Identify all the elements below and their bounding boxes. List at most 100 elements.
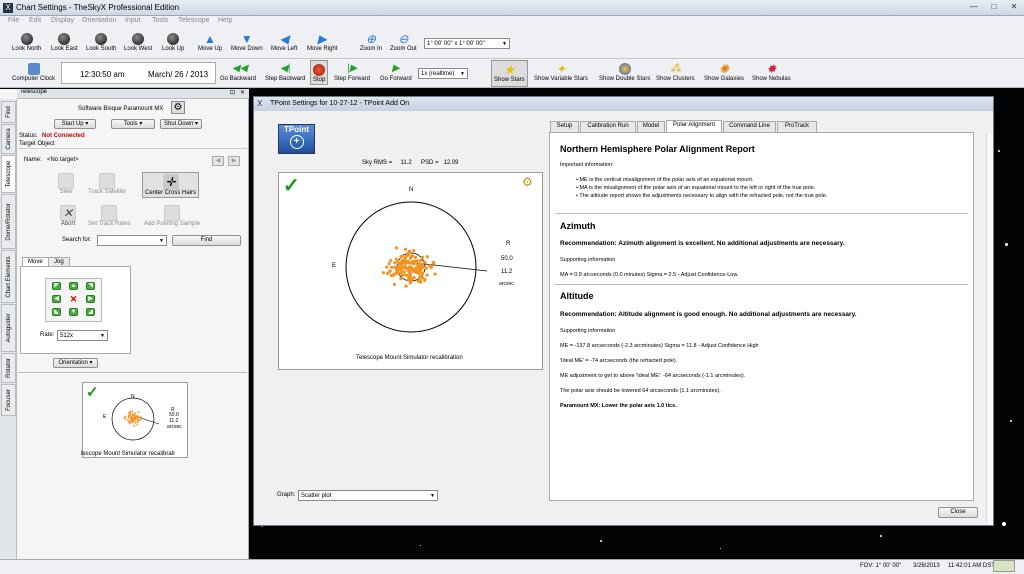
name-label: Name: [24, 157, 42, 163]
tab-command-line[interactable]: Command Line [723, 121, 776, 132]
center-cross-hairs-button[interactable]: ✛ Center Cross Hairs [142, 172, 200, 198]
look-up-button[interactable]: Look Up [162, 33, 184, 52]
look-south-button[interactable]: Look South [86, 33, 116, 52]
scatter-plot[interactable]: ✓ ⚙ N E R 50.0 11.2 arcsec Telescope Mou… [278, 172, 543, 370]
tab-move[interactable]: Move [22, 257, 49, 266]
fov-select[interactable]: 1° 00' 00" x 1° 00' 00" [424, 38, 510, 49]
zoom-out-button[interactable]: ⊖ Zoom Out [390, 33, 417, 52]
start-up-button[interactable]: Start Up [54, 119, 96, 129]
arrow-right-icon: ▶ [317, 32, 327, 46]
zoom-in-button[interactable]: ⊕ Zoom In [360, 33, 382, 52]
find-button[interactable]: Find [172, 235, 241, 246]
tab-polar-alignment[interactable]: Polar Alignment [666, 120, 722, 132]
menu-telescope[interactable]: Telescope [178, 17, 210, 24]
menu-tools[interactable]: Tools [152, 17, 168, 24]
show-clusters-button[interactable]: ⁂ Show Clusters [656, 63, 695, 82]
arrow-down-icon: ▼ [240, 32, 253, 46]
maximize-button[interactable]: □ [986, 1, 1002, 13]
track-satellite-button[interactable]: Track Satellite [88, 173, 126, 195]
step-back-icon: ◀| [280, 63, 291, 74]
menu-display[interactable]: Display [51, 17, 74, 24]
look-west-button[interactable]: Look West [124, 33, 152, 52]
tab-model[interactable]: Model [637, 121, 665, 132]
pin-icon[interactable]: ⊡ [230, 89, 235, 96]
next-target-button[interactable]: ▶ [228, 156, 240, 166]
slew-button[interactable]: Slew [58, 173, 74, 195]
date-display[interactable]: March/ 26 / 2013 [148, 70, 208, 79]
show-stars-button[interactable]: ★ Show Stars [491, 60, 528, 87]
tab-camera[interactable]: Camera [1, 124, 16, 154]
computer-clock-button[interactable]: Computer Clock [12, 63, 55, 82]
panel-close-icon[interactable]: ✕ [240, 89, 245, 96]
move-down-button[interactable]: ▼ Move Down [231, 33, 263, 52]
stop-move-icon[interactable]: ✕ [69, 295, 78, 304]
close-window-button[interactable]: ✕ [1006, 1, 1022, 13]
double-star-icon [618, 63, 631, 75]
step-backward-button[interactable]: ◀| Step Backward [265, 63, 305, 82]
move-se-button[interactable]: ◢ [86, 308, 95, 316]
tab-rotator[interactable]: Rotator [1, 353, 16, 383]
tab-telescope[interactable]: Telescope [1, 155, 16, 193]
search-input[interactable] [97, 235, 167, 246]
graph-select[interactable]: Scatter plot [298, 490, 438, 501]
go-forward-button[interactable]: ▶ Go Forward [380, 63, 412, 82]
tab-protrack[interactable]: ProTrack [777, 121, 817, 132]
time-display[interactable]: 12:30:50 am [80, 70, 124, 79]
stop-button[interactable]: Stop [310, 60, 329, 85]
telescope-icon [20, 33, 33, 45]
tab-autoguider[interactable]: Autoguider [1, 304, 16, 352]
telescope-icon [167, 33, 180, 45]
menu-file[interactable]: File [8, 17, 19, 24]
tab-jog[interactable]: Jog [48, 257, 70, 266]
abort-button[interactable]: ✕ Abort [60, 205, 76, 227]
orientation-button[interactable]: Orientation [53, 358, 98, 368]
settings-gear-icon[interactable]: ⚙ [171, 101, 185, 114]
menu-orientation[interactable]: Orientation [82, 17, 116, 24]
step-forward-button[interactable]: |▶ Step Forward [334, 63, 370, 82]
thumb-east-label: E [103, 414, 107, 420]
look-north-button[interactable]: Look North [12, 33, 41, 52]
tab-calibration-run[interactable]: Calibration Run [580, 121, 636, 132]
menu-edit[interactable]: Edit [29, 17, 41, 24]
move-ne-button[interactable]: ◥ [86, 282, 95, 290]
tab-dome-rotator[interactable]: Dome/Rotator [1, 194, 16, 249]
tools-button[interactable]: Tools [111, 119, 155, 129]
variable-star-icon: ✦ [555, 62, 566, 76]
go-backward-button[interactable]: ◀◀ Go Backward [220, 63, 256, 82]
tab-setup[interactable]: Setup [550, 121, 579, 132]
thumbnail-plot[interactable]: ✓ N E R 50.0 11.2 arcsec lescope Mount S… [81, 382, 188, 458]
rate-label: Rate: [40, 332, 55, 338]
move-w-button[interactable]: ◀ [52, 295, 61, 303]
show-variable-stars-button[interactable]: ✦ Show Variable Stars [534, 63, 588, 82]
move-up-button[interactable]: ▲ Move Up [198, 33, 222, 52]
move-n-button[interactable]: ▲ [69, 282, 78, 290]
move-nw-button[interactable]: ◤ [52, 282, 61, 290]
move-left-button[interactable]: ◀ Move Left [271, 33, 297, 52]
rate-select[interactable]: 1x (realtime) [418, 68, 468, 79]
tab-find[interactable]: Find [1, 101, 16, 123]
look-east-button[interactable]: Look East [51, 33, 78, 52]
thumb-north-label: N [131, 394, 135, 400]
shut-down-button[interactable]: Shut Down [160, 119, 202, 129]
show-galaxies-button[interactable]: ✺ Show Galaxies [704, 63, 744, 82]
set-track-rates-button[interactable]: Set Track Rates [88, 205, 131, 227]
move-sw-button[interactable]: ◣ [52, 308, 61, 316]
title-bar: X Chart Settings - TheSkyX Professional … [0, 0, 1024, 16]
move-s-button[interactable]: ▼ [69, 308, 78, 316]
menu-input[interactable]: Input [125, 17, 141, 24]
panel-header: Telescope ⊡ ✕ [17, 89, 249, 99]
rate-dropdown[interactable]: 512x [57, 330, 108, 341]
arrow-left-icon: ◀ [279, 32, 289, 46]
move-right-button[interactable]: ▶ Move Right [307, 33, 337, 52]
report-scrollbar[interactable] [986, 133, 993, 525]
tab-focuser[interactable]: Focuser [1, 384, 16, 416]
tab-chart-elements[interactable]: Chart Elements [1, 250, 16, 303]
close-dialog-button[interactable]: Close [938, 507, 978, 518]
add-pointing-sample-button[interactable]: Add Pointing Sample [144, 205, 200, 227]
move-e-button[interactable]: ▶ [86, 295, 95, 303]
show-double-stars-button[interactable]: Show Double Stars [599, 63, 650, 82]
previous-target-button[interactable]: ◀ [212, 156, 224, 166]
menu-help[interactable]: Help [218, 17, 232, 24]
minimize-button[interactable]: — [966, 1, 982, 13]
show-nebulas-button[interactable]: ✸ Show Nebulas [752, 63, 791, 82]
